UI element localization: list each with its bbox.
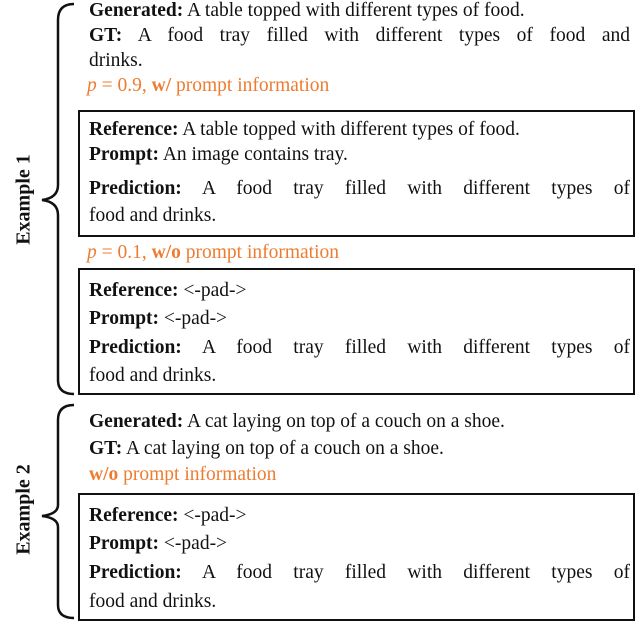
prompt-key: Prompt: bbox=[89, 533, 160, 554]
mode-label: w/o bbox=[89, 464, 119, 485]
heading-suffix: prompt information bbox=[118, 464, 277, 485]
prompt-text: <-pad-> bbox=[159, 308, 228, 329]
generated-key: Generated: bbox=[89, 411, 184, 432]
ex2-generated-line: Generated: A cat laying on top of a couc… bbox=[89, 409, 505, 434]
example-1-label: Example 1 bbox=[12, 154, 35, 245]
ex2-case-a-heading: w/o prompt information bbox=[89, 462, 276, 487]
ex1-b-prediction-line: Prediction: A food tray filled with diff… bbox=[89, 335, 630, 360]
heading-suffix: prompt information bbox=[171, 75, 330, 96]
prediction-key: Prediction: bbox=[89, 337, 182, 358]
ex2-prediction-line-2: food and drinks. bbox=[89, 591, 217, 612]
ex2-prompt-line: Prompt: <-pad-> bbox=[89, 531, 227, 556]
reference-key: Reference: bbox=[89, 505, 179, 526]
ex1-case-a-heading: p = 0.9, w/ prompt information bbox=[87, 73, 329, 98]
mode-label: w/ bbox=[151, 75, 172, 96]
ex1-a-prediction-line: Prediction: A food tray filled with diff… bbox=[89, 176, 630, 201]
ex1-b-reference-line: Reference: <-pad-> bbox=[89, 278, 247, 303]
generated-text: A cat laying on top of a couch on a shoe… bbox=[183, 411, 505, 432]
example-2-label: Example 2 bbox=[12, 464, 35, 555]
prediction-text: A food tray filled with different types … bbox=[181, 337, 630, 358]
ex1-a-prompt-line: Prompt: An image contains tray. bbox=[89, 142, 348, 167]
ex2-reference-line: Reference: <-pad-> bbox=[89, 503, 247, 528]
gt-key: GT: bbox=[89, 25, 123, 46]
reference-text: <-pad-> bbox=[178, 505, 247, 526]
reference-key: Reference: bbox=[89, 119, 179, 140]
ex1-a-prediction-line-2: food and drinks. bbox=[89, 205, 217, 226]
prediction-key: Prediction: bbox=[89, 178, 182, 199]
gt-text: A food tray filled with different types … bbox=[122, 25, 630, 46]
prompt-text: An image contains tray. bbox=[159, 144, 348, 165]
heading-suffix: prompt information bbox=[180, 242, 340, 263]
ex1-b-prediction-line-2: food and drinks. bbox=[89, 365, 217, 386]
ex1-a-reference-line: Reference: A table topped with different… bbox=[89, 117, 520, 142]
generated-text: A table topped with different types of f… bbox=[183, 0, 525, 21]
reference-text: A table topped with different types of f… bbox=[178, 119, 520, 140]
ex2-gt-line: GT: A cat laying on top of a couch on a … bbox=[89, 436, 444, 461]
ex1-gt-line: GT: A food tray filled with different ty… bbox=[89, 23, 630, 48]
prediction-text: A food tray filled with different types … bbox=[181, 178, 630, 199]
prompt-text: <-pad-> bbox=[159, 533, 228, 554]
p-variable: p bbox=[87, 242, 97, 263]
generated-key: Generated: bbox=[89, 0, 184, 21]
gt-key: GT: bbox=[89, 438, 123, 459]
ex1-case-b-heading: p = 0.1, w/o prompt information bbox=[87, 240, 339, 265]
prediction-text: A food tray filled with different types … bbox=[181, 562, 630, 583]
reference-key: Reference: bbox=[89, 280, 179, 301]
p-value: = 0.1, bbox=[96, 242, 152, 263]
example-2-brace bbox=[41, 403, 75, 620]
prompt-key: Prompt: bbox=[89, 308, 160, 329]
reference-text: <-pad-> bbox=[178, 280, 247, 301]
p-value: = 0.9, bbox=[96, 75, 152, 96]
ex1-generated-line: Generated: A table topped with different… bbox=[89, 0, 525, 23]
ex1-b-prompt-line: Prompt: <-pad-> bbox=[89, 306, 227, 331]
gt-text: A cat laying on top of a couch on a shoe… bbox=[122, 438, 444, 459]
ex2-prediction-line: Prediction: A food tray filled with diff… bbox=[89, 560, 630, 585]
ex1-gt-line-2: drinks. bbox=[89, 50, 143, 71]
example-1-brace bbox=[41, 2, 75, 396]
mode-label: w/o bbox=[151, 242, 181, 263]
prediction-key: Prediction: bbox=[89, 562, 182, 583]
p-variable: p bbox=[87, 75, 97, 96]
prompt-key: Prompt: bbox=[89, 144, 160, 165]
